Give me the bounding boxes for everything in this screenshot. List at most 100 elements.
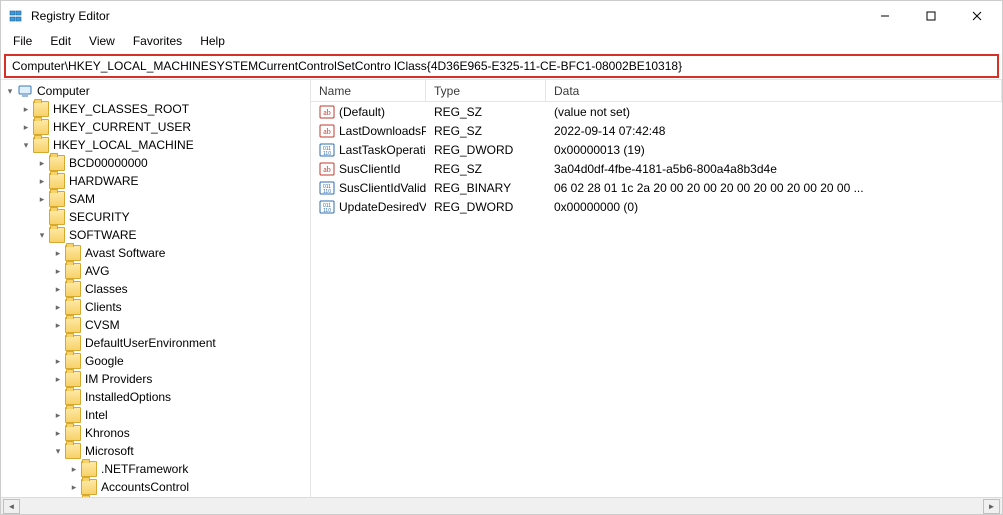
chevron-right-icon[interactable]: ▸ [51,374,65,385]
tree-node-label: Microsoft [85,444,134,458]
menu-file[interactable]: File [5,33,40,49]
chevron-right-icon[interactable]: ▸ [51,320,65,331]
column-header-type[interactable]: Type [426,80,546,101]
tree-node[interactable]: ▸ AVG [1,262,310,280]
tree-node[interactable]: ▸InstalledOptions [1,388,310,406]
chevron-right-icon[interactable]: ▸ [51,284,65,295]
menu-edit[interactable]: Edit [42,33,79,49]
chevron-right-icon[interactable]: ▸ [67,482,81,493]
column-header-data[interactable]: Data [546,80,1002,101]
folder-icon [81,479,97,495]
column-header-name[interactable]: Name [311,80,426,101]
address-bar-container [1,51,1002,79]
tree-node[interactable]: ▸Avast Software [1,244,310,262]
list-row[interactable]: 011110UpdateDesiredVi...REG_DWORD0x00000… [311,197,1002,216]
tree-node[interactable]: ▸SECURITY [1,208,310,226]
address-bar[interactable] [5,55,998,77]
svg-text:ab: ab [323,108,331,117]
titlebar[interactable]: Registry Editor [1,1,1002,31]
tree-node[interactable]: ▸Clients [1,298,310,316]
tree-node[interactable]: ▸Intel [1,406,310,424]
minimize-button[interactable] [862,1,908,31]
cell-name: abLastDownloadsP... [311,123,426,139]
address-input[interactable] [10,58,993,74]
tree-node[interactable]: ▸CVSM [1,316,310,334]
chevron-right-icon[interactable]: ▸ [35,176,49,187]
list-body: ab(Default)REG_SZ(value not set)abLastDo… [311,102,1002,216]
tree-node[interactable]: ▾ SOFTWARE [1,226,310,244]
tree-node-label: DefaultUserEnvironment [85,336,216,350]
list-row[interactable]: 011110LastTaskOperati...REG_DWORD0x00000… [311,140,1002,159]
cell-type: REG_SZ [426,162,546,176]
tree-node[interactable]: ▸HKEY_CURRENT_USER [1,118,310,136]
window-title: Registry Editor [31,9,110,23]
list-header[interactable]: Name Type Data [311,80,1002,102]
binary-value-icon: 011110 [319,142,335,158]
chevron-right-icon[interactable]: ▸ [51,302,65,313]
tree-node[interactable]: ▸Google [1,352,310,370]
folder-icon [65,245,81,261]
folder-icon [65,407,81,423]
tree-pane[interactable]: ▾ Computer ▸HKEY_CLASSES_ROOT▸HKEY_CURRE… [1,80,311,497]
list-row[interactable]: abLastDownloadsP...REG_SZ2022-09-14 07:4… [311,121,1002,140]
tree-node[interactable]: ▸Khronos [1,424,310,442]
value-name: SusClientId [339,162,400,176]
svg-text:ab: ab [323,127,331,136]
cell-data: 06 02 28 01 1c 2a 20 00 20 00 20 00 20 0… [546,181,1002,195]
maximize-icon [926,11,936,21]
chevron-right-icon[interactable]: ▸ [19,122,33,133]
chevron-down-icon[interactable]: ▾ [51,446,65,457]
svg-text:110: 110 [323,151,331,157]
folder-icon [65,281,81,297]
close-button[interactable] [954,1,1000,31]
cell-data: (value not set) [546,105,1002,119]
folder-icon [65,299,81,315]
tree-node[interactable]: ▾ Microsoft [1,442,310,460]
tree-node[interactable]: ▸.NETFramework [1,460,310,478]
svg-text:ab: ab [323,165,331,174]
maximize-button[interactable] [908,1,954,31]
chevron-down-icon[interactable]: ▾ [19,140,33,151]
binary-value-icon: 011110 [319,180,335,196]
tree-node[interactable]: ▸Classes [1,280,310,298]
tree-root-computer[interactable]: ▾ Computer [1,82,310,100]
menu-view[interactable]: View [81,33,123,49]
tree-node-label: SOFTWARE [69,228,137,242]
scroll-right-button[interactable]: ► [983,499,1000,514]
chevron-right-icon[interactable]: ▸ [19,104,33,115]
menu-help[interactable]: Help [192,33,233,49]
close-icon [972,11,982,21]
cell-data: 0x00000000 (0) [546,200,1002,214]
tree-node[interactable]: ▸HARDWARE [1,172,310,190]
chevron-right-icon[interactable]: ▸ [51,356,65,367]
horizontal-scrollbar[interactable]: ◄ ► [1,497,1002,514]
list-row[interactable]: abSusClientIdREG_SZ3a04d0df-4fbe-4181-a5… [311,159,1002,178]
chevron-right-icon[interactable]: ▸ [67,464,81,475]
chevron-down-icon[interactable]: ▾ [3,86,17,97]
chevron-down-icon[interactable]: ▾ [35,230,49,241]
chevron-right-icon[interactable]: ▸ [51,248,65,259]
tree-node-label: AccountsControl [101,480,189,494]
chevron-right-icon[interactable]: ▸ [35,194,49,205]
tree-node[interactable]: ▸SAM [1,190,310,208]
cell-name: ab SusClientId [311,161,426,177]
values-pane[interactable]: Name Type Data ab(Default)REG_SZ(value n… [311,80,1002,497]
list-row[interactable]: 011110SusClientIdValid...REG_BINARY06 02… [311,178,1002,197]
cell-type: REG_SZ [426,124,546,138]
tree-node[interactable]: ▾HKEY_LOCAL_MACHINE [1,136,310,154]
list-row[interactable]: ab(Default)REG_SZ(value not set) [311,102,1002,121]
tree-node-label: AVG [85,264,109,278]
chevron-right-icon[interactable]: ▸ [35,158,49,169]
menu-favorites[interactable]: Favorites [125,33,190,49]
value-name: UpdateDesiredVi... [339,200,426,214]
tree-node[interactable]: ▸DefaultUserEnvironment [1,334,310,352]
chevron-right-icon[interactable]: ▸ [51,428,65,439]
tree-node[interactable]: ▸IM Providers [1,370,310,388]
tree-node[interactable]: ▸BCD00000000 [1,154,310,172]
cell-type: REG_DWORD [426,200,546,214]
chevron-right-icon[interactable]: ▸ [51,410,65,421]
chevron-right-icon[interactable]: ▸ [51,266,65,277]
tree-node[interactable]: ▸HKEY_CLASSES_ROOT [1,100,310,118]
tree-node[interactable]: ▸ AccountsControl [1,478,310,496]
scroll-left-button[interactable]: ◄ [3,499,20,514]
